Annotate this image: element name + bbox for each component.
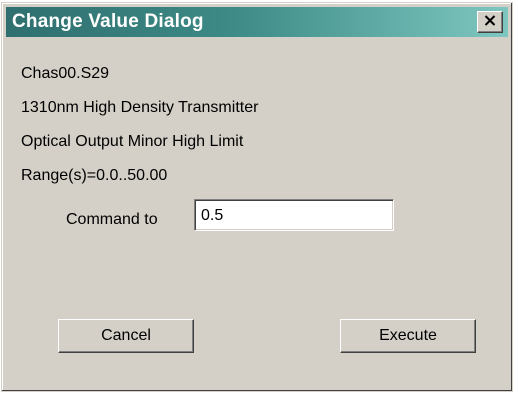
command-value-input[interactable]	[194, 199, 394, 231]
execute-button[interactable]: Execute	[340, 319, 476, 353]
command-to-label: Command to	[66, 211, 158, 228]
change-value-dialog: Change Value Dialog Chas00.S29 1310nm Hi…	[1, 2, 513, 392]
parameter-name-label: Optical Output Minor High Limit	[21, 133, 244, 150]
cancel-button-label: Cancel	[101, 327, 151, 344]
module-name-label: 1310nm High Density Transmitter	[21, 99, 259, 116]
chassis-slot-label: Chas00.S29	[21, 65, 110, 82]
close-button[interactable]	[477, 11, 503, 33]
title-bar[interactable]: Change Value Dialog	[6, 7, 508, 37]
close-icon	[484, 13, 496, 31]
dialog-title: Change Value Dialog	[12, 11, 204, 32]
execute-button-label: Execute	[379, 327, 437, 344]
cancel-button[interactable]: Cancel	[58, 319, 194, 353]
range-label: Range(s)=0.0..50.00	[21, 167, 168, 184]
